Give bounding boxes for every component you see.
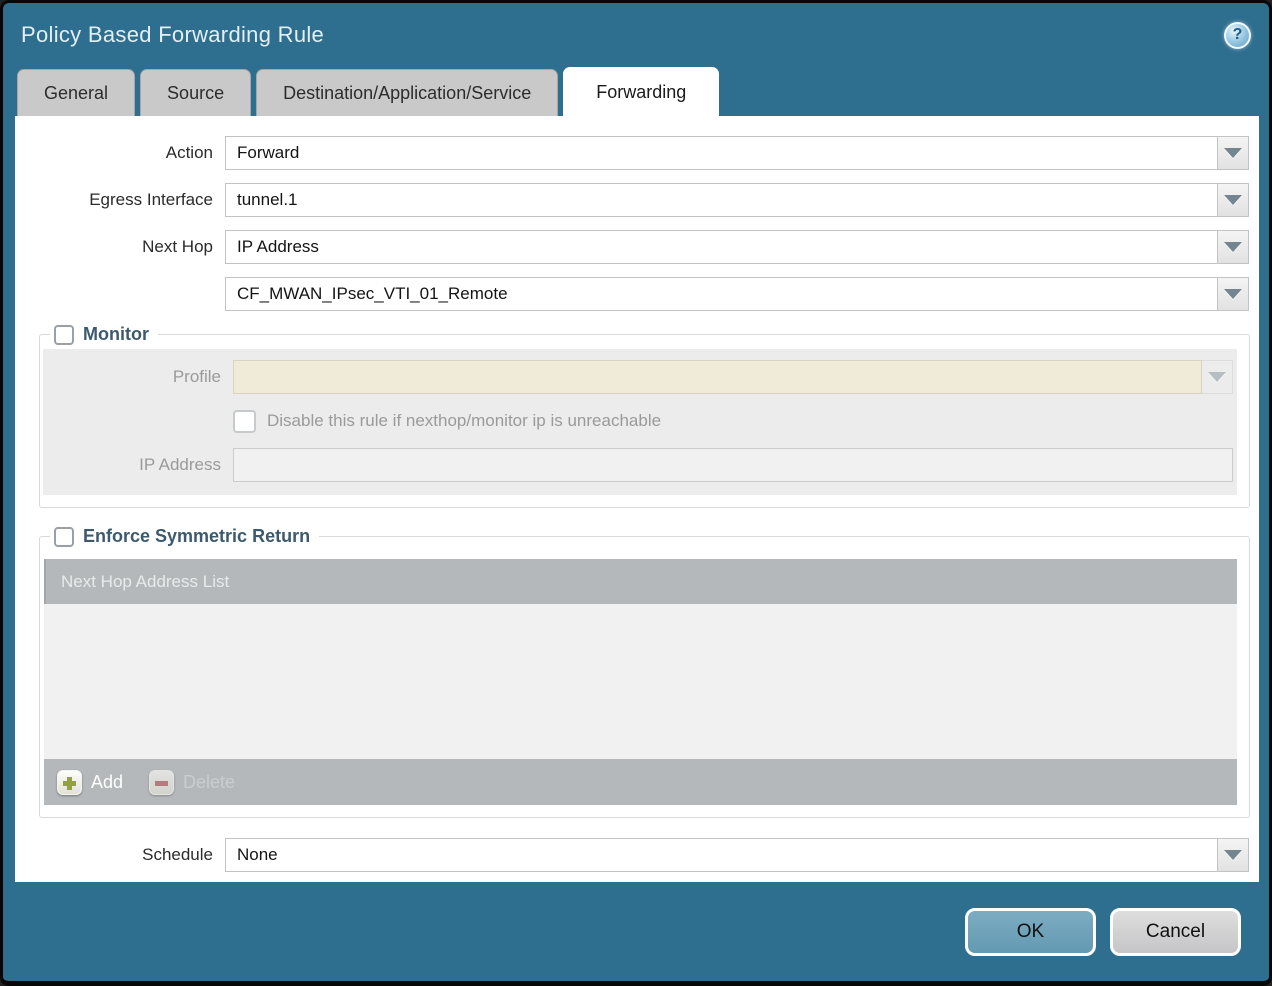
disable-rule-checkbox: [233, 410, 256, 433]
policy-based-forwarding-rule-dialog: Policy Based Forwarding Rule ? General S…: [0, 0, 1272, 986]
monitor-legend: Monitor: [50, 324, 158, 345]
tab-forwarding[interactable]: Forwarding: [563, 67, 719, 116]
profile-dropdown-button: [1202, 360, 1233, 394]
egress-interface-dropdown-button[interactable]: [1218, 183, 1249, 217]
tab-general[interactable]: General: [17, 69, 135, 116]
chevron-down-icon: [1224, 148, 1242, 158]
profile-dropdown: [233, 360, 1233, 394]
schedule-row: Schedule None: [15, 838, 1249, 872]
next-hop-address-list-header: Next Hop Address List: [44, 559, 1237, 604]
next-hop-value[interactable]: IP Address: [225, 230, 1218, 264]
delete-button[interactable]: Delete: [149, 770, 235, 795]
add-button[interactable]: Add: [57, 770, 123, 795]
monitor-panel: Profile Disable this rule if nexthop/mon…: [43, 349, 1237, 495]
disable-rule-row: Disable this rule if nexthop/monitor ip …: [233, 408, 1237, 434]
monitor-ip-address-row: IP Address: [43, 448, 1233, 482]
monitor-ip-address-field: [233, 448, 1233, 482]
enforce-symmetric-return-checkbox[interactable]: [54, 527, 74, 547]
disable-rule-label: Disable this rule if nexthop/monitor ip …: [267, 411, 661, 431]
profile-label: Profile: [43, 367, 233, 387]
schedule-dropdown-button[interactable]: [1218, 838, 1249, 872]
next-hop-address-list-toolbar: Add Delete: [44, 759, 1237, 805]
cancel-button[interactable]: Cancel: [1110, 908, 1241, 956]
monitor-checkbox[interactable]: [54, 325, 74, 345]
enforce-symmetric-return-legend: Enforce Symmetric Return: [50, 526, 319, 547]
tab-source[interactable]: Source: [140, 69, 251, 116]
chevron-down-icon: [1208, 372, 1226, 382]
action-dropdown-button[interactable]: [1218, 136, 1249, 170]
next-hop-address-dropdown[interactable]: CF_MWAN_IPsec_VTI_01_Remote: [225, 277, 1249, 311]
next-hop-row: Next Hop IP Address: [15, 230, 1249, 264]
tab-destination-application-service[interactable]: Destination/Application/Service: [256, 69, 558, 116]
profile-value: [233, 360, 1202, 394]
titlebar: Policy Based Forwarding Rule ?: [3, 3, 1269, 67]
monitor-ip-address-value: [233, 448, 1233, 482]
plus-icon: [57, 770, 82, 795]
next-hop-dropdown-button[interactable]: [1218, 230, 1249, 264]
enforce-symmetric-return-legend-label: Enforce Symmetric Return: [83, 526, 310, 547]
egress-interface-dropdown[interactable]: tunnel.1: [225, 183, 1249, 217]
minus-icon: [149, 770, 174, 795]
next-hop-address-row: CF_MWAN_IPsec_VTI_01_Remote: [15, 277, 1249, 311]
schedule-dropdown[interactable]: None: [225, 838, 1249, 872]
dialog-footer: OK Cancel: [3, 882, 1269, 981]
chevron-down-icon: [1224, 289, 1242, 299]
chevron-down-icon: [1224, 850, 1242, 860]
egress-interface-label: Egress Interface: [15, 190, 225, 210]
action-row: Action Forward: [15, 136, 1249, 170]
monitor-legend-label: Monitor: [83, 324, 149, 345]
monitor-ip-address-label: IP Address: [43, 455, 233, 475]
chevron-down-icon: [1224, 242, 1242, 252]
next-hop-dropdown[interactable]: IP Address: [225, 230, 1249, 264]
egress-interface-row: Egress Interface tunnel.1: [15, 183, 1249, 217]
tab-bar: General Source Destination/Application/S…: [3, 67, 1269, 116]
action-label: Action: [15, 143, 225, 163]
next-hop-address-list-body: [44, 604, 1237, 759]
egress-interface-value[interactable]: tunnel.1: [225, 183, 1218, 217]
action-dropdown[interactable]: Forward: [225, 136, 1249, 170]
next-hop-address-list-table: Next Hop Address List Add Delete: [44, 559, 1237, 805]
next-hop-address-dropdown-button[interactable]: [1218, 277, 1249, 311]
add-button-label: Add: [91, 772, 123, 793]
monitor-fieldset: Monitor Profile Disable this rule if nex…: [39, 324, 1250, 508]
next-hop-label: Next Hop: [15, 237, 225, 257]
dialog-title: Policy Based Forwarding Rule: [21, 22, 324, 48]
next-hop-address-value[interactable]: CF_MWAN_IPsec_VTI_01_Remote: [225, 277, 1218, 311]
action-value[interactable]: Forward: [225, 136, 1218, 170]
delete-button-label: Delete: [183, 772, 235, 793]
help-icon[interactable]: ?: [1224, 22, 1251, 49]
enforce-symmetric-return-fieldset: Enforce Symmetric Return Next Hop Addres…: [39, 526, 1250, 818]
schedule-label: Schedule: [15, 845, 225, 865]
forwarding-tab-content: Action Forward Egress Interface tunnel.1…: [15, 116, 1259, 882]
profile-row: Profile: [43, 360, 1233, 394]
ok-button[interactable]: OK: [965, 908, 1096, 956]
chevron-down-icon: [1224, 195, 1242, 205]
schedule-value[interactable]: None: [225, 838, 1218, 872]
